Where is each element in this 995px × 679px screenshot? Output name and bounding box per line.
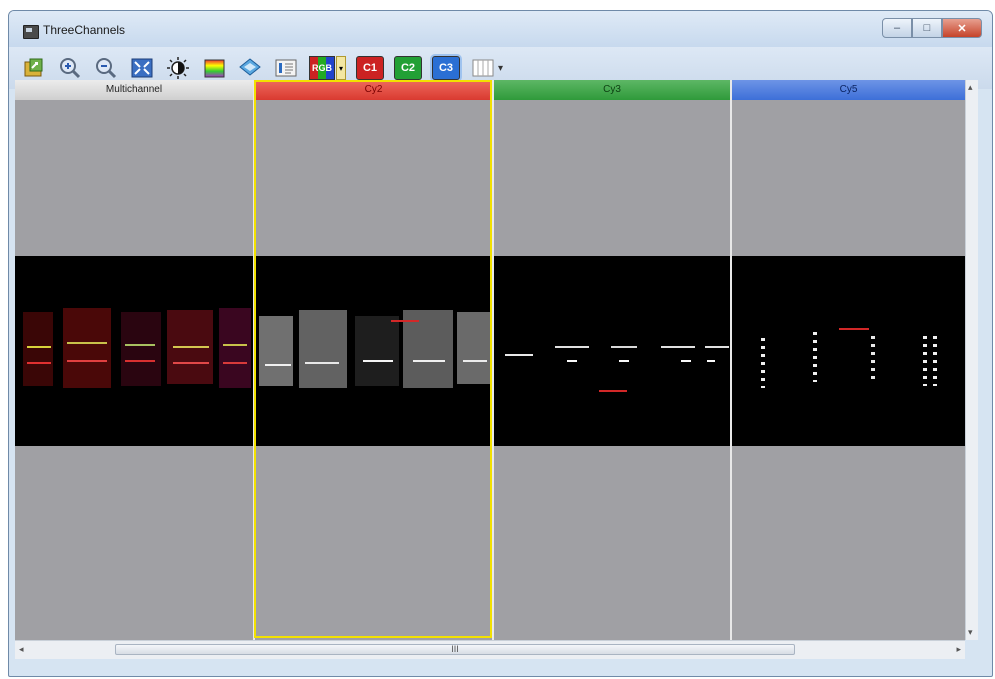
maximize-button[interactable]: □ xyxy=(912,18,942,38)
fit-to-window-icon[interactable] xyxy=(129,55,155,81)
rgb-dropdown-arrow[interactable]: ▾ xyxy=(336,56,346,80)
window-title: ThreeChannels xyxy=(43,23,126,37)
grid-layout-icon[interactable] xyxy=(470,55,496,81)
gel-band xyxy=(173,346,209,348)
app-icon xyxy=(23,25,39,39)
gel-band xyxy=(463,360,487,362)
zoom-in-icon[interactable] xyxy=(57,55,83,81)
gel-image xyxy=(259,316,293,386)
gel-band xyxy=(305,362,339,364)
export-icon[interactable] xyxy=(21,55,47,81)
minimize-button[interactable]: – xyxy=(882,18,912,38)
gel-band xyxy=(839,328,869,330)
gel-band xyxy=(363,360,393,362)
zoom-out-icon[interactable] xyxy=(93,55,119,81)
channel-2-button[interactable]: C2 xyxy=(394,56,422,80)
gel-image xyxy=(23,312,53,386)
gel-band xyxy=(933,336,937,386)
image-viewer[interactable]: Multichannel Cy2 Cy3 Cy5 xyxy=(15,80,965,640)
gel-band xyxy=(125,360,155,362)
gel-band xyxy=(265,364,291,366)
scroll-down-arrow[interactable]: ▾ xyxy=(968,627,973,638)
gel-band xyxy=(611,346,637,348)
channel-1-button[interactable]: C1 xyxy=(356,56,384,80)
gel-band xyxy=(173,362,209,364)
gel-band xyxy=(599,390,627,392)
info-icon[interactable] xyxy=(273,55,299,81)
gel-band xyxy=(67,342,107,344)
horizontal-scrollbar[interactable]: ◂ III ▸ xyxy=(15,640,965,659)
caption-buttons: – □ ✕ xyxy=(882,18,982,38)
gel-band xyxy=(923,336,927,386)
gel-band xyxy=(223,344,247,346)
rgb-icon[interactable]: RGB xyxy=(309,55,335,81)
channel-3-button[interactable]: C3 xyxy=(432,56,460,80)
title-bar[interactable]: ThreeChannels – □ ✕ xyxy=(9,11,992,47)
close-button[interactable]: ✕ xyxy=(942,18,982,38)
gel-image xyxy=(219,308,251,388)
gel-band xyxy=(619,360,629,362)
gel-band xyxy=(707,360,715,362)
colormap-icon[interactable] xyxy=(201,55,227,81)
gel-band xyxy=(681,360,691,362)
gel-band xyxy=(871,336,875,382)
gel-band xyxy=(27,362,51,364)
panel-divider xyxy=(253,80,255,640)
gel-band xyxy=(567,360,577,362)
layers-icon[interactable] xyxy=(237,55,263,81)
gel-band xyxy=(413,360,445,362)
rgb-label: RGB xyxy=(309,56,335,80)
gel-band xyxy=(813,332,817,382)
gel-band xyxy=(505,354,533,356)
header-cy5[interactable]: Cy5 xyxy=(732,80,965,100)
gel-image xyxy=(355,316,399,386)
gel-band xyxy=(761,338,765,388)
gel-band xyxy=(555,346,589,348)
gel-band xyxy=(661,346,695,348)
gel-band xyxy=(391,320,419,322)
gel-image xyxy=(121,312,161,386)
panel-divider xyxy=(492,80,494,640)
scroll-up-arrow[interactable]: ▴ xyxy=(968,82,973,93)
grid-dropdown-arrow[interactable]: ▾ xyxy=(498,63,503,74)
scroll-left-arrow[interactable]: ◂ xyxy=(19,644,24,655)
header-multichannel[interactable]: Multichannel xyxy=(15,80,253,100)
header-cy2[interactable]: Cy2 xyxy=(255,80,492,100)
horizontal-scroll-thumb[interactable]: III xyxy=(115,644,795,655)
gel-band xyxy=(27,346,51,348)
vertical-scrollbar[interactable]: ▴ ▾ xyxy=(965,80,978,640)
contrast-icon[interactable] xyxy=(165,55,191,81)
gel-band xyxy=(705,346,729,348)
gel-band xyxy=(67,360,107,362)
gel-band xyxy=(125,344,155,346)
gel-image xyxy=(299,310,347,388)
gel-image xyxy=(457,312,491,384)
panel-divider xyxy=(730,80,732,640)
gel-band xyxy=(223,362,247,364)
header-cy3[interactable]: Cy3 xyxy=(494,80,730,100)
scroll-right-arrow[interactable]: ▸ xyxy=(956,644,961,655)
gel-image xyxy=(63,308,111,388)
